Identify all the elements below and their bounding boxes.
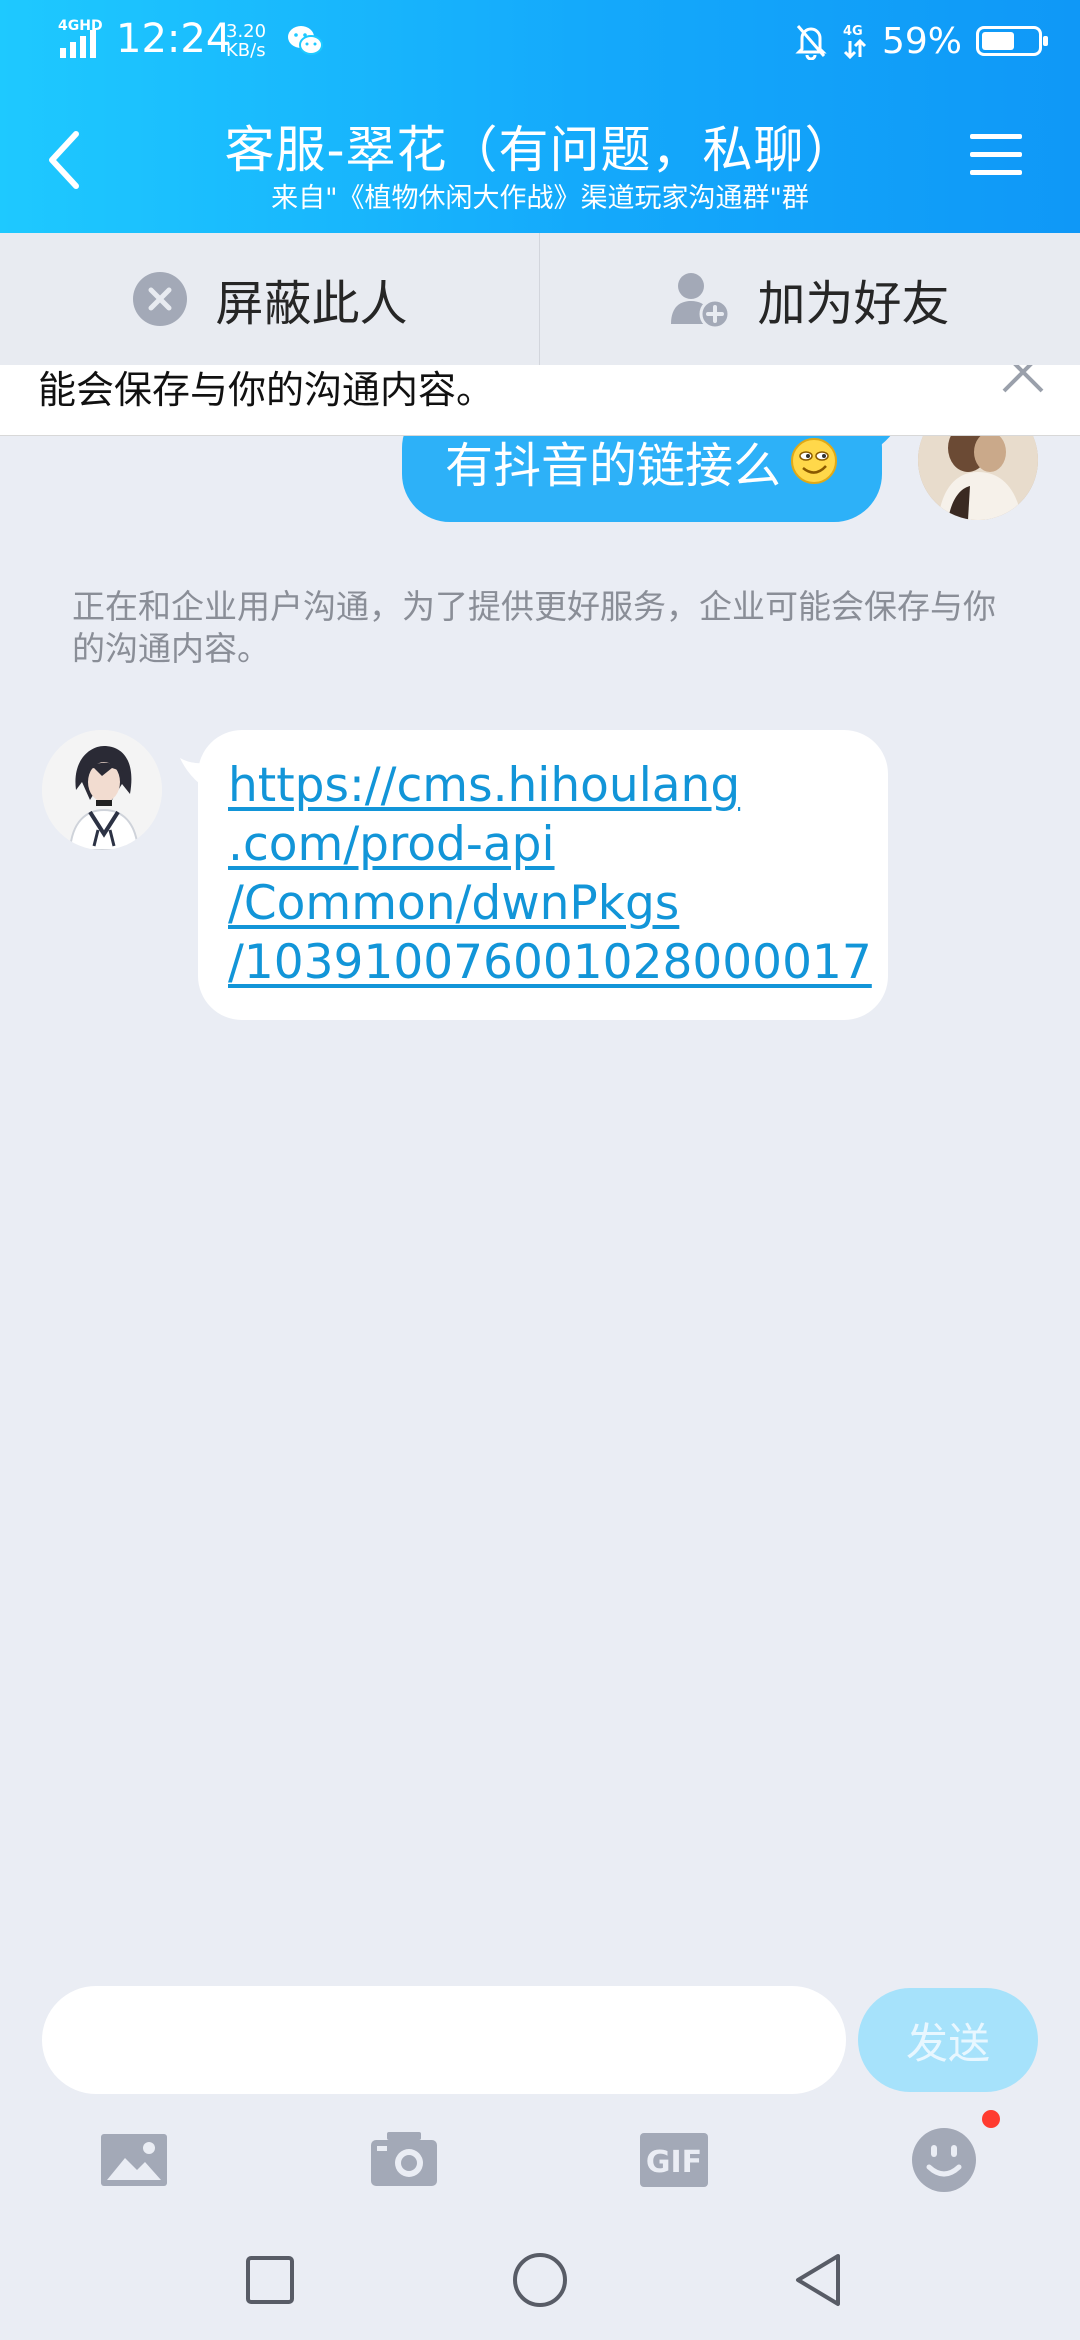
gif-label: GIF [646,2145,702,2180]
recents-icon[interactable] [240,2250,300,2310]
privacy-notice-banner: 能会保存与你的沟通内容。 [0,365,1080,436]
privacy-notice-text: 能会保存与你的沟通内容。 [38,368,495,412]
mobile-data-icon: 4G [843,24,867,60]
add-friend-icon [671,273,731,330]
message-input[interactable] [42,1986,846,2094]
image-button[interactable] [94,2120,174,2200]
gif-icon: GIF [640,2133,708,2187]
gif-button[interactable]: GIF [634,2120,714,2200]
smirk-emoji-icon [791,438,837,484]
menu-icon[interactable] [968,130,1024,180]
message-link-line-3[interactable]: /Common/dwnPkgs [228,874,858,933]
back-icon[interactable] [40,120,90,200]
system-navigation-bar [0,2220,1080,2340]
wechat-icon [288,26,323,55]
notification-dot [982,2110,1000,2128]
status-right: 4G 59% [794,16,1048,66]
camera-button[interactable] [364,2120,444,2200]
add-friend-button[interactable]: 加为好友 [540,233,1079,365]
anime-avatar-icon [42,730,162,850]
battery-percent: 59% [881,20,962,62]
chat-header: 4GHD 12:24 3.20 KB/s 4G 59% 客服-翠花（有问题，私聊… [0,0,1080,233]
emoji-button[interactable] [904,2120,984,2200]
block-icon [133,272,188,326]
status-time: 12:24 [116,16,232,62]
send-button[interactable]: 发送 [858,1988,1038,2092]
incoming-message-bubble: https://cms.hihoulang .com/prod-api /Com… [198,730,888,1020]
message-link-line-1[interactable]: https://cms.hihoulang [228,756,858,815]
chat-title: 客服-翠花（有问题，私聊） [224,121,856,179]
camera-icon [371,2132,437,2186]
contact-avatar[interactable] [42,730,162,850]
message-link-line-4[interactable]: /103910076001028000017 [228,933,872,992]
close-icon[interactable] [998,365,1048,397]
action-bar: 屏蔽此人 加为好友 [0,233,1080,366]
signal-icon [60,30,96,58]
home-icon[interactable] [510,2250,570,2310]
outgoing-message-text: 有抖音的链接么 [444,438,781,494]
mobile-data-label: 4G [843,24,863,39]
message-link-line-2[interactable]: .com/prod-api [228,815,858,874]
battery-icon [976,26,1048,56]
status-bar: 4GHD 12:24 3.20 KB/s 4G 59% [0,0,1080,84]
speed-value: 3.20 [226,21,267,42]
mute-bell-icon [795,25,827,60]
block-user-label: 屏蔽此人 [215,276,408,332]
emoji-icon [912,2128,976,2192]
battery-level [982,32,1014,50]
enterprise-system-notice: 正在和企业用户沟通，为了提供更好服务，企业可能会保存与你的沟通内容。 [72,587,996,668]
block-user-button[interactable]: 屏蔽此人 [0,233,540,365]
network-speed: 3.20 KB/s [226,22,266,60]
add-friend-label: 加为好友 [757,276,950,332]
speed-unit: KB/s [226,40,266,61]
back-nav-icon[interactable] [790,2250,850,2310]
chat-subtitle: 来自"《植物休闲大作战》渠道玩家沟通群"群 [271,183,809,214]
image-icon [101,2134,167,2186]
